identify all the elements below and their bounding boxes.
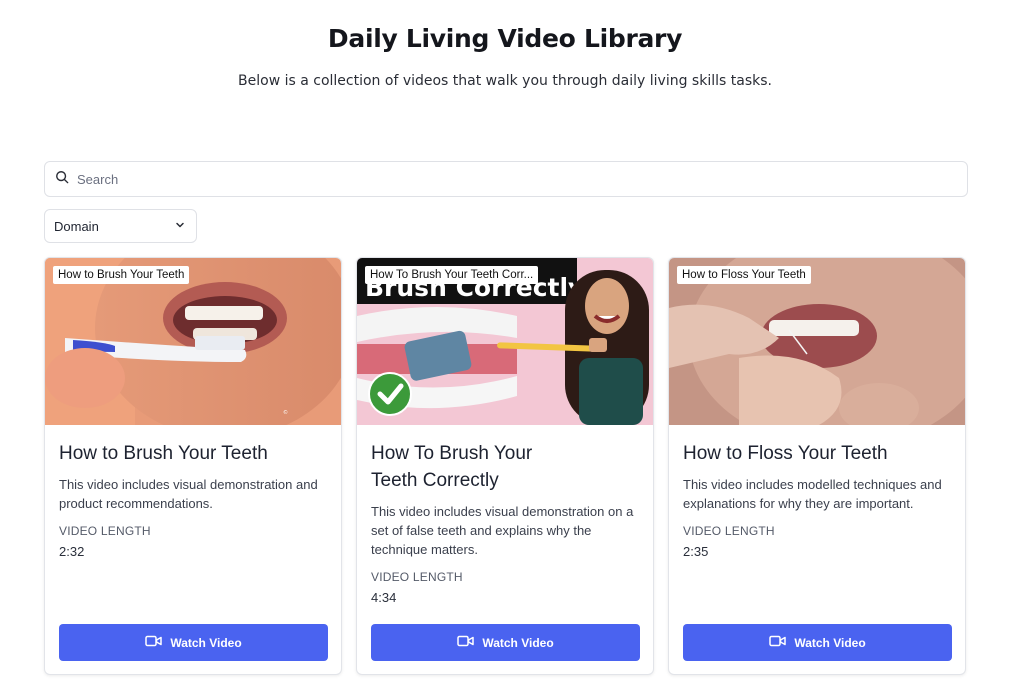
video-thumbnail[interactable]: © How to Brush Your Teeth — [45, 258, 341, 425]
video-card-grid: © How to Brush Your Teeth How to Brush Y… — [44, 257, 968, 675]
card-description: This video includes modelled techniques … — [683, 477, 942, 511]
page-title: Daily Living Video Library — [327, 24, 683, 53]
card-title: How to Brush Your Teeth — [59, 443, 268, 464]
watch-video-label: Watch Video — [170, 635, 242, 650]
thumbnail-title-tag: How to Brush Your Teeth — [53, 266, 190, 284]
video-length-label: VIDEO LENGTH — [371, 570, 463, 584]
video-length-value: 2:35 — [683, 544, 709, 559]
search-bar[interactable] — [44, 161, 968, 197]
page-subtitle: Below is a collection of videos that wal… — [238, 73, 772, 89]
video-thumbnail[interactable]: Brush Correctly How To Brush Your Teeth … — [357, 258, 653, 425]
watch-video-button[interactable]: Watch Video — [371, 624, 640, 661]
card-description: This video includes visual demonstration… — [59, 477, 318, 511]
thumbnail-title-tag: How to Floss Your Teeth — [677, 266, 811, 284]
watch-video-button[interactable]: Watch Video — [59, 624, 328, 661]
video-length-value: 2:32 — [59, 544, 85, 559]
video-camera-icon — [769, 635, 794, 650]
video-length-label: VIDEO LENGTH — [59, 524, 151, 538]
card-title: How to Floss Your Teeth — [683, 443, 888, 464]
domain-filter-select[interactable]: Domain — [44, 209, 197, 243]
domain-filter-value: Domain — [54, 218, 99, 234]
search-input[interactable] — [77, 171, 957, 187]
card-description: This video includes visual demonstration… — [371, 504, 634, 557]
video-card: Brush Correctly How To Brush Your Teeth … — [356, 257, 654, 675]
watch-video-label: Watch Video — [794, 635, 866, 650]
video-camera-icon — [457, 635, 482, 650]
video-camera-icon — [145, 635, 170, 650]
watch-video-label: Watch Video — [482, 635, 554, 650]
chevron-down-icon — [174, 219, 186, 234]
svg-text:©: © — [283, 409, 288, 416]
video-card: © How to Brush Your Teeth How to Brush Y… — [44, 257, 342, 675]
video-length-value: 4:34 — [371, 590, 397, 605]
video-length-label: VIDEO LENGTH — [683, 524, 775, 538]
thumbnail-title-tag: How To Brush Your Teeth Corr... — [365, 266, 539, 284]
video-card: How to Floss Your Teeth How to Floss You… — [668, 257, 966, 675]
watch-video-button[interactable]: Watch Video — [683, 624, 952, 661]
card-title: How To Brush Your Teeth Correctly — [371, 443, 533, 491]
video-thumbnail[interactable]: How to Floss Your Teeth — [669, 258, 965, 425]
search-icon — [55, 170, 69, 189]
